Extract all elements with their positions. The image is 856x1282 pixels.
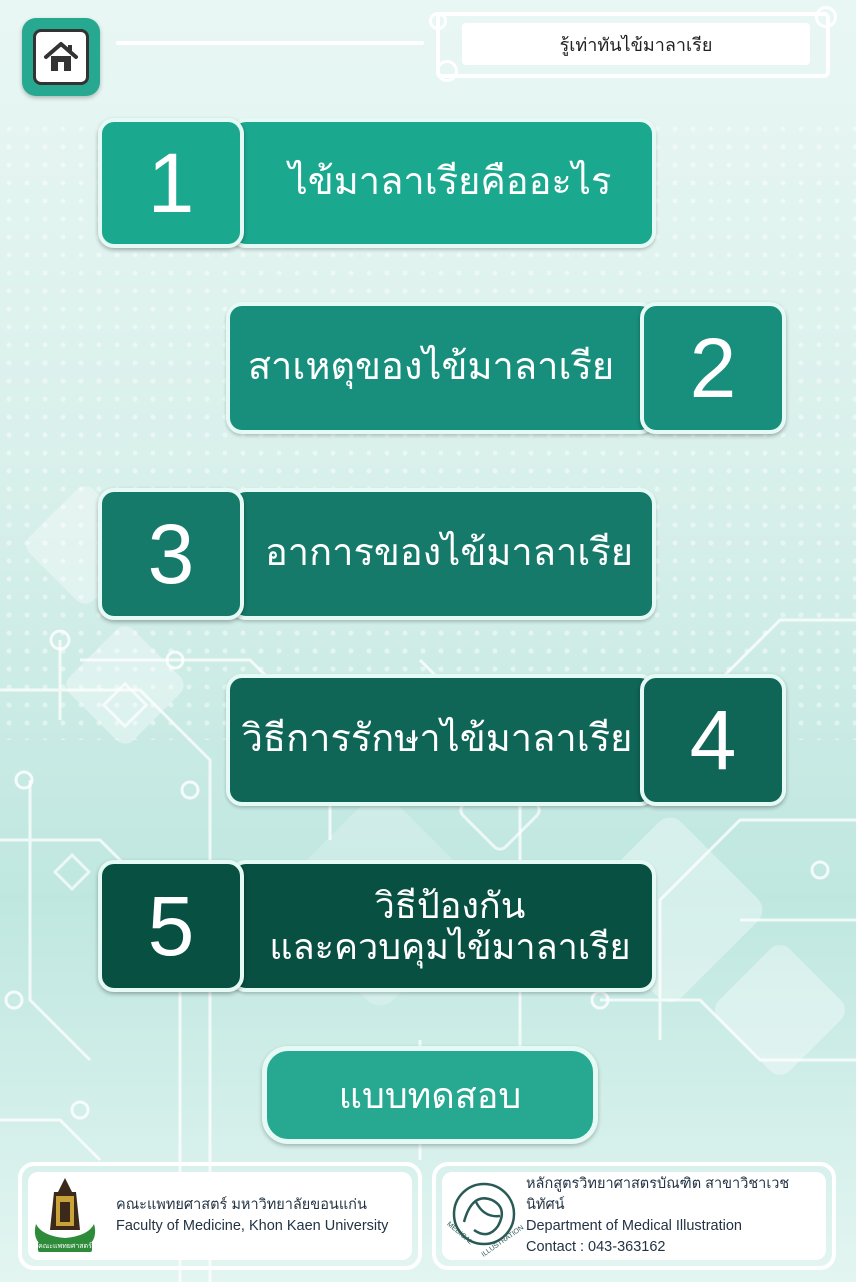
home-icon bbox=[33, 29, 89, 85]
department-name-english: Department of Medical Illustration bbox=[526, 1218, 742, 1234]
footer-department-panel: MEDICAL ILLUSTRATION หลักสูตรวิทยาศาสตรบ… bbox=[442, 1172, 826, 1260]
department-contact: Contact : 043-363162 bbox=[526, 1239, 666, 1256]
title-frame-dot bbox=[429, 12, 447, 30]
faculty-logo: คณะแพทยศาสตร์ bbox=[28, 1172, 102, 1260]
title-frame-dot bbox=[436, 60, 458, 82]
page-title: รู้เท่าทันไข้มาลาเรีย bbox=[462, 23, 810, 65]
home-button[interactable] bbox=[22, 18, 100, 96]
menu-item-5-body[interactable]: วิธีป้องกัน และควบคุมไข้มาลาเรีย bbox=[230, 860, 656, 992]
menu-item-1-number[interactable]: 1 bbox=[98, 118, 244, 248]
footer-card-department: MEDICAL ILLUSTRATION หลักสูตรวิทยาศาสตรบ… bbox=[432, 1162, 836, 1270]
menu-item-5-label-line1: วิธีป้องกัน bbox=[374, 884, 526, 926]
header-divider bbox=[116, 41, 424, 45]
menu-item-1-label: ไข้มาลาเรียคืออะไร bbox=[288, 161, 612, 204]
footer-card-faculty: คณะแพทยศาสตร์ คณะแพทยศาสตร์ มหาวิทยาลัยข… bbox=[18, 1162, 422, 1270]
faculty-name-thai: คณะแพทยศาสตร์ มหาวิทยาลัยขอนแก่น bbox=[116, 1196, 367, 1213]
program-name-thai: หลักสูตรวิทยาศาสตรบัณฑิต สาขาวิชาเวชนิทั… bbox=[526, 1175, 790, 1213]
menu-item-3-number[interactable]: 3 bbox=[98, 488, 244, 620]
menu-item-1-body[interactable]: ไข้มาลาเรียคืออะไร bbox=[230, 118, 656, 248]
faculty-name-english: Faculty of Medicine, Khon Kaen Universit… bbox=[116, 1218, 389, 1234]
menu-item-5-label-line2: และควบคุมไข้มาลาเรีย bbox=[269, 926, 631, 967]
menu-item-4-body[interactable]: วิธีการรักษาไข้มาลาเรีย bbox=[226, 674, 656, 806]
menu-item-4-label: วิธีการรักษาไข้มาลาเรีย bbox=[241, 718, 633, 761]
menu-item-5-number[interactable]: 5 bbox=[98, 860, 244, 992]
title-frame-dot bbox=[815, 6, 837, 28]
medical-illustration-logo: MEDICAL ILLUSTRATION bbox=[442, 1172, 525, 1260]
quiz-button[interactable]: แบบทดสอบ bbox=[262, 1046, 598, 1144]
menu-item-3-body[interactable]: อาการของไข้มาลาเรีย bbox=[230, 488, 656, 620]
faculty-logo-text: คณะแพทยศาสตร์ bbox=[38, 1243, 92, 1250]
menu-item-2-body[interactable]: สาเหตุของไข้มาลาเรีย bbox=[226, 302, 656, 434]
menu-item-3-label: อาการของไข้มาลาเรีย bbox=[264, 532, 634, 575]
footer-faculty-panel: คณะแพทยศาสตร์ คณะแพทยศาสตร์ มหาวิทยาลัยข… bbox=[28, 1172, 412, 1260]
menu-item-2-number[interactable]: 2 bbox=[640, 302, 786, 434]
menu-item-4-number[interactable]: 4 bbox=[640, 674, 786, 806]
menu-item-2-label: สาเหตุของไข้มาลาเรีย bbox=[247, 346, 615, 389]
